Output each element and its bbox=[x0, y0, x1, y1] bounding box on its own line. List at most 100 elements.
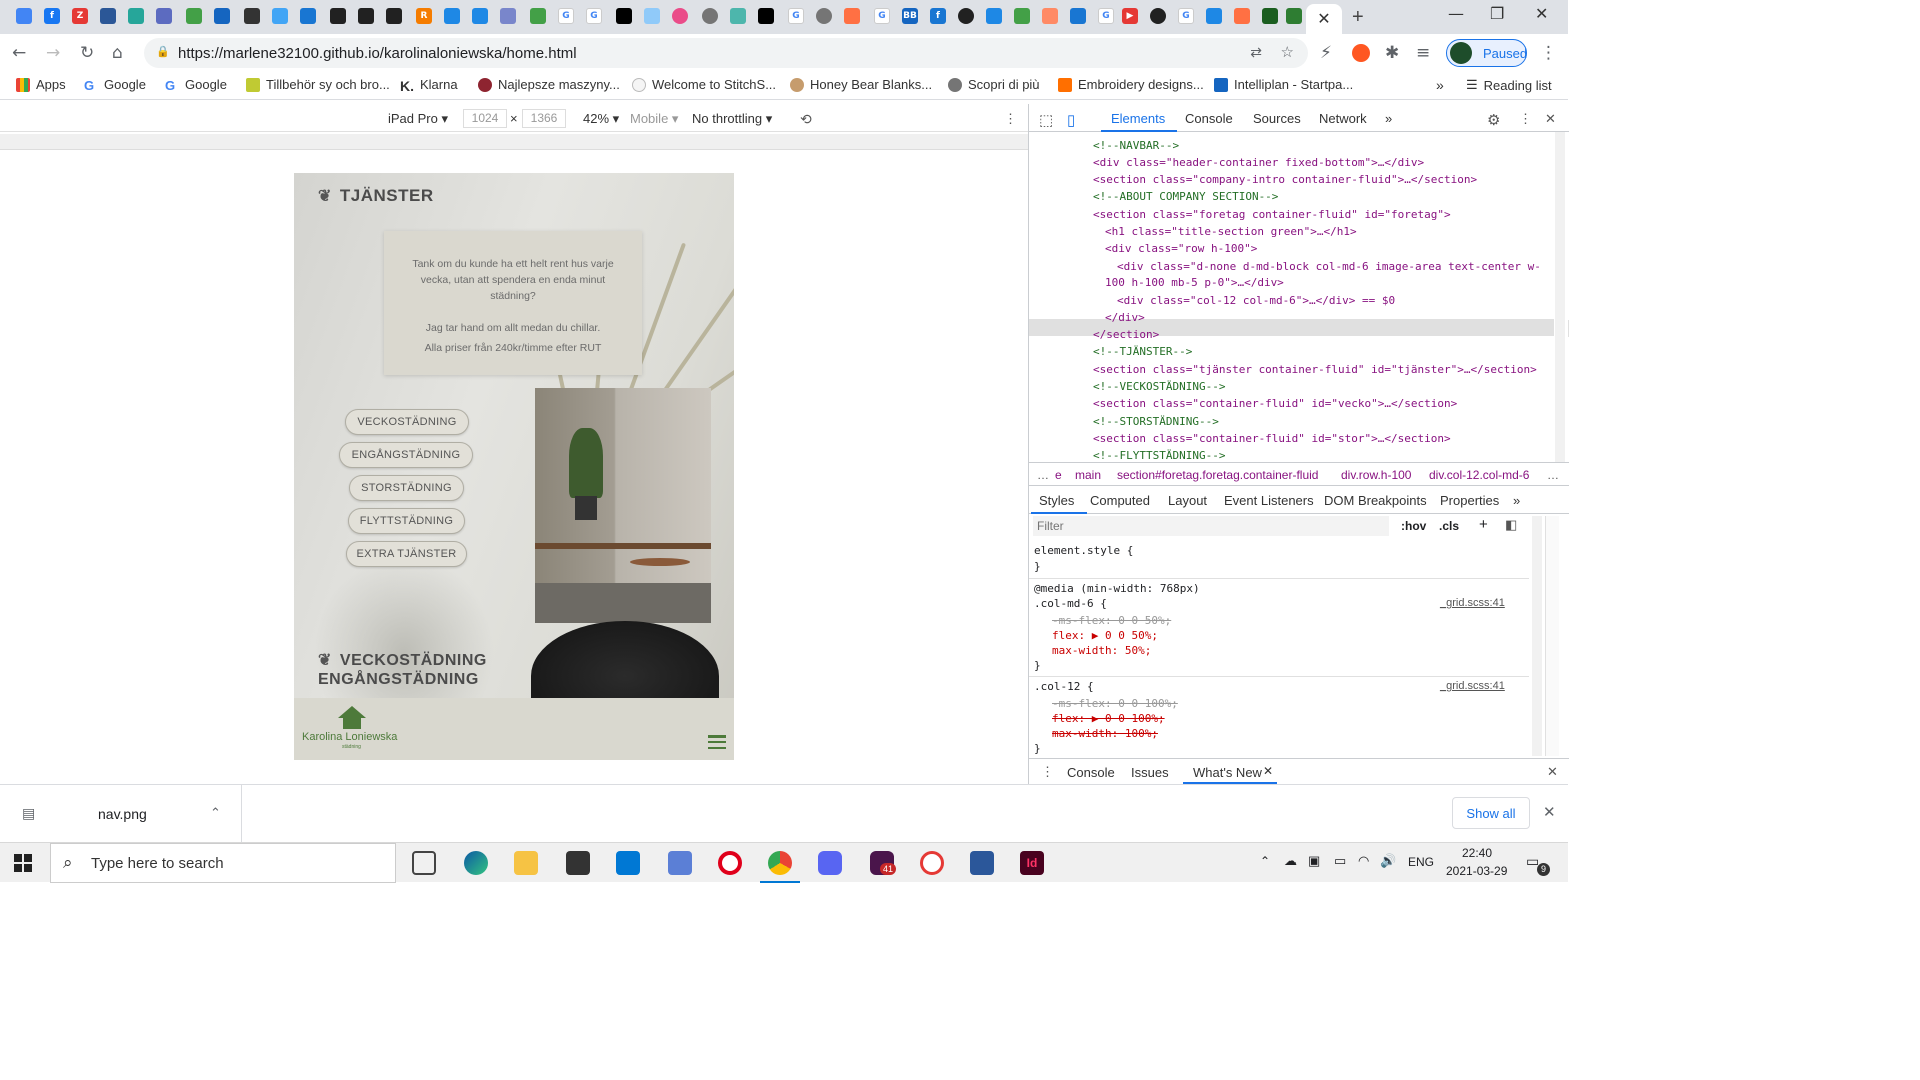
dom-node[interactable]: <section class="foretag container-fluid"… bbox=[1093, 206, 1451, 223]
edge-icon[interactable] bbox=[464, 851, 488, 875]
dom-node-continuation[interactable]: 100 h-100 mb-5 p-0">…</div> bbox=[1105, 274, 1284, 291]
home-icon[interactable]: ⌂ bbox=[112, 43, 123, 63]
mode-select[interactable]: Mobile ▾ bbox=[630, 111, 678, 127]
service-button-storstadning[interactable]: STORSTÄDNING bbox=[349, 475, 464, 501]
teams-icon[interactable] bbox=[100, 8, 116, 24]
mail-icon[interactable] bbox=[616, 851, 640, 875]
close-downloads-icon[interactable]: ✕ bbox=[1543, 803, 1556, 821]
menu-icon[interactable]: ⋮ bbox=[1540, 43, 1557, 63]
forward-icon[interactable]: → bbox=[46, 43, 60, 63]
google-icon[interactable]: G bbox=[558, 8, 574, 24]
maximize-icon[interactable]: ❐ bbox=[1490, 4, 1504, 23]
tab-favicon-icon[interactable] bbox=[1234, 8, 1250, 24]
facebook-icon[interactable]: f bbox=[44, 8, 60, 24]
dom-node[interactable]: <div class="d-none d-md-block col-md-6 i… bbox=[1117, 258, 1541, 275]
bookmark-item[interactable]: Honey Bear Blanks... bbox=[790, 77, 932, 92]
bookmark-google[interactable]: G Google bbox=[165, 77, 227, 93]
tab-styles[interactable]: Styles bbox=[1039, 493, 1074, 508]
show-all-button[interactable]: Show all bbox=[1452, 797, 1530, 829]
language-indicator[interactable]: ENG bbox=[1408, 855, 1434, 869]
height-input[interactable]: 1366 bbox=[522, 109, 566, 128]
cloud-icon[interactable]: ☁ bbox=[1284, 853, 1297, 869]
breadcrumb-item[interactable]: div.row.h-100 bbox=[1341, 468, 1411, 482]
style-property-overridden[interactable]: -ms-flex: 0 0 50%; bbox=[1052, 614, 1171, 627]
tab-favicon-icon[interactable] bbox=[816, 8, 832, 24]
tab-favicon-icon[interactable] bbox=[758, 8, 774, 24]
dom-node[interactable]: <section class="container-fluid" id="vec… bbox=[1093, 395, 1457, 412]
source-link[interactable]: _grid.scss:41 bbox=[1440, 680, 1505, 692]
dom-node[interactable]: </section> bbox=[1093, 326, 1159, 343]
battery-icon[interactable]: ▭ bbox=[1334, 853, 1346, 869]
task-view-icon[interactable] bbox=[412, 851, 436, 875]
close-devtools-icon[interactable]: ✕ bbox=[1545, 111, 1556, 127]
tab-sources[interactable]: Sources bbox=[1253, 111, 1301, 126]
breadcrumb-item[interactable]: main bbox=[1075, 468, 1101, 482]
dom-node[interactable]: <section class="tjänster container-fluid… bbox=[1093, 361, 1537, 378]
dom-node-selected[interactable]: <div class="col-12 col-md-6">…</div> == … bbox=[1117, 292, 1395, 309]
dom-node[interactable]: <h1 class="title-section green">…</h1> bbox=[1105, 223, 1357, 240]
bookmark-item[interactable]: Welcome to StitchS... bbox=[632, 77, 776, 92]
tab-favicon-icon[interactable] bbox=[272, 8, 288, 24]
chrome-icon[interactable] bbox=[768, 851, 792, 875]
dom-comment[interactable]: <!--ABOUT COMPANY SECTION--> bbox=[1093, 188, 1278, 205]
logo-house-icon[interactable] bbox=[338, 706, 366, 730]
styles-filter-input[interactable] bbox=[1033, 516, 1389, 536]
puzzle-icon[interactable]: ✱ bbox=[1385, 43, 1399, 63]
bookmarks-overflow-button[interactable]: » bbox=[1436, 77, 1444, 93]
tab-network[interactable]: Network bbox=[1319, 111, 1367, 126]
tab-event-listeners[interactable]: Event Listeners bbox=[1224, 493, 1314, 508]
style-property-overridden[interactable]: -ms-flex: 0 0 100%; bbox=[1052, 697, 1178, 710]
home-icon[interactable] bbox=[530, 8, 546, 24]
app-icon[interactable] bbox=[920, 851, 944, 875]
dom-comment[interactable]: <!--VECKOSTÄDNING--> bbox=[1093, 378, 1225, 395]
dribbble-icon[interactable] bbox=[672, 8, 688, 24]
tab-favicon-icon[interactable] bbox=[500, 8, 516, 24]
new-tab-button[interactable]: + bbox=[1352, 6, 1364, 29]
media-query-ruler[interactable] bbox=[0, 134, 1028, 150]
more-options-icon[interactable]: ⋮ bbox=[1004, 111, 1017, 127]
bookmark-apps[interactable]: Apps bbox=[16, 77, 66, 92]
tab-favicon-icon[interactable]: f bbox=[930, 8, 946, 24]
back-icon[interactable]: ← bbox=[12, 43, 26, 63]
scrollbar[interactable] bbox=[1555, 132, 1565, 462]
device-toggle-icon[interactable]: ▯ bbox=[1067, 111, 1075, 129]
close-drawer-icon[interactable]: ✕ bbox=[1547, 764, 1558, 780]
drawer-tab-issues[interactable]: Issues bbox=[1131, 765, 1169, 780]
tab-favicon-icon[interactable]: Z bbox=[72, 8, 88, 24]
bookmark-item[interactable]: Najlepsze maszyny... bbox=[478, 77, 620, 92]
throttling-select[interactable]: No throttling ▾ bbox=[692, 111, 772, 127]
style-property-overridden[interactable]: max-width: 100%; bbox=[1052, 727, 1158, 740]
chevron-up-icon[interactable]: ⌃ bbox=[1260, 854, 1270, 868]
indesign-icon[interactable]: Id bbox=[1020, 851, 1044, 875]
dom-comment[interactable]: <!--STORSTÄDNING--> bbox=[1093, 413, 1219, 430]
style-property[interactable]: max-width: 50%; bbox=[1052, 644, 1151, 657]
styles-pane[interactable]: element.style { } @media (min-width: 768… bbox=[1029, 540, 1529, 760]
logo-name[interactable]: Karolina Loniewska bbox=[302, 731, 397, 743]
style-property[interactable]: flex: ▶ 0 0 50%; bbox=[1052, 629, 1158, 642]
tab-favicon-icon[interactable] bbox=[358, 8, 374, 24]
file-explorer-icon[interactable] bbox=[514, 851, 538, 875]
bookmark-google[interactable]: G Google bbox=[84, 77, 146, 93]
tab-favicon-icon[interactable] bbox=[616, 8, 632, 24]
more-tabs-button[interactable]: » bbox=[1385, 111, 1392, 126]
opera-icon[interactable] bbox=[718, 851, 742, 875]
clock-time[interactable]: 22:40 bbox=[1462, 846, 1492, 860]
tab-favicon-icon[interactable]: R bbox=[416, 8, 432, 24]
service-button-veckostadning[interactable]: VECKOSTÄDNING bbox=[345, 409, 469, 435]
tab-favicon-icon[interactable] bbox=[444, 8, 460, 24]
tab-favicon-icon[interactable] bbox=[730, 8, 746, 24]
zoom-select[interactable]: 42% ▾ bbox=[583, 111, 619, 127]
tab-favicon-icon[interactable] bbox=[986, 8, 1002, 24]
store-icon[interactable] bbox=[566, 851, 590, 875]
close-tab-icon[interactable]: ✕ bbox=[1263, 764, 1273, 778]
dom-node[interactable]: <section class="company-intro container-… bbox=[1093, 171, 1477, 188]
tab-computed[interactable]: Computed bbox=[1090, 493, 1150, 508]
home-icon[interactable] bbox=[1014, 8, 1030, 24]
style-selector[interactable]: element.style { bbox=[1034, 544, 1133, 557]
style-selector[interactable]: .col-12 { bbox=[1034, 680, 1094, 693]
tab-favicon-icon[interactable] bbox=[244, 8, 260, 24]
drawer-tab-console[interactable]: Console bbox=[1067, 765, 1115, 780]
dom-node[interactable]: <div class="header-container fixed-botto… bbox=[1093, 154, 1424, 171]
google-icon[interactable]: G bbox=[788, 8, 804, 24]
tab-favicon-icon[interactable] bbox=[1206, 8, 1222, 24]
